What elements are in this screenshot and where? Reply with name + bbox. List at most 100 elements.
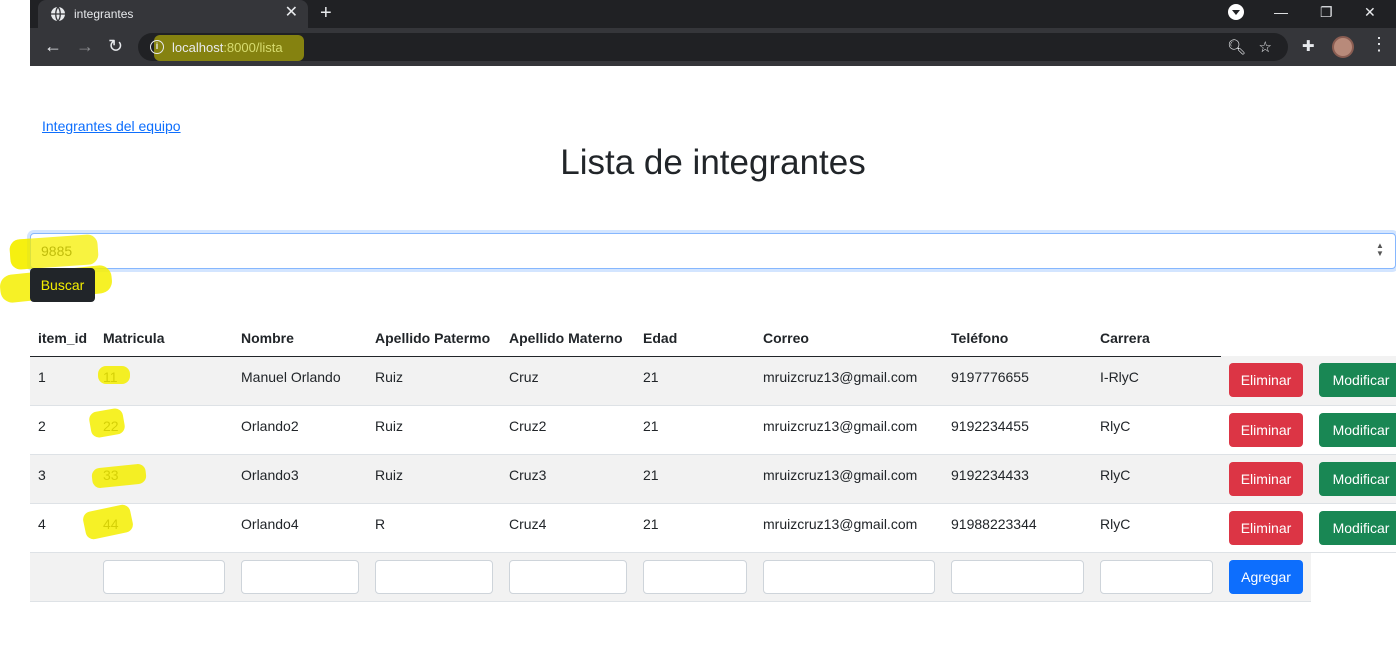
cell-delete: Eliminar (1221, 503, 1312, 553)
header-apellido-paterno: Apellido Patermo (367, 306, 502, 357)
cell-correo: mruizcruz13@gmail.com (755, 405, 944, 455)
header-nombre: Nombre (233, 306, 368, 357)
new-tab-icon[interactable]: + (320, 2, 332, 24)
telefono-input[interactable] (951, 559, 1085, 594)
back-icon[interactable]: ← (44, 36, 62, 56)
add-cell (755, 552, 944, 602)
header-telefono: Teléfono (943, 306, 1093, 357)
cell-carrera: RlyC (1092, 454, 1222, 504)
cell-correo: mruizcruz13@gmail.com (755, 356, 944, 406)
restore-icon[interactable]: ❐ (1320, 2, 1333, 22)
header-carrera: Carrera (1092, 306, 1222, 357)
add-cell (635, 552, 756, 602)
header-item-id: item_id (30, 306, 96, 357)
nombre-input[interactable] (241, 559, 360, 594)
add-cell (1092, 552, 1222, 602)
cell-nombre: Orlando3 (233, 454, 368, 504)
highlight-mark (9, 233, 99, 271)
cell-edad: 21 (635, 356, 756, 406)
url-path: :8000/lista (223, 40, 283, 55)
reload-icon[interactable]: ↻ (108, 36, 123, 56)
edit-button[interactable]: Modificar (1319, 510, 1396, 545)
table-header-row: item_id Matricula Nombre Apellido Paterm… (30, 306, 1396, 357)
cell-correo: mruizcruz13@gmail.com (755, 454, 944, 504)
members-table: item_id Matricula Nombre Apellido Paterm… (30, 306, 1396, 602)
cell-nombre: Manuel Orlando (233, 356, 368, 406)
page-title: Lista de integrantes (560, 143, 866, 182)
menu-kebab-icon[interactable]: ⋮ (1370, 34, 1388, 55)
add-cell-button: Agregar (1221, 552, 1312, 602)
tab-search-icon[interactable] (1228, 4, 1244, 20)
table-row: 2 22 Orlando2 Ruiz Cruz2 21 mruizcruz13@… (30, 405, 1396, 455)
cell-telefono: 9197776655 (943, 356, 1093, 406)
edit-button[interactable]: Modificar (1319, 363, 1396, 398)
add-cell (367, 552, 502, 602)
close-window-icon[interactable]: ✕ (1364, 2, 1376, 22)
url-host: localhost (172, 40, 224, 55)
globe-icon (51, 6, 65, 22)
add-button[interactable]: Agregar (1229, 559, 1304, 594)
bookmark-star-icon[interactable]: ☆ (1259, 39, 1272, 56)
team-link[interactable]: Integrantes del equipo (42, 118, 181, 134)
page-margin (0, 0, 30, 649)
add-cell (95, 552, 234, 602)
cell-carrera: RlyC (1092, 503, 1222, 553)
delete-button[interactable]: Eliminar (1229, 412, 1304, 447)
cell-apellido-paterno: Ruiz (367, 405, 502, 455)
cell-delete: Eliminar (1221, 454, 1312, 504)
cell-delete: Eliminar (1221, 356, 1312, 406)
delete-button[interactable]: Eliminar (1229, 461, 1304, 496)
tab-bar: integrantes ✕ + — ❐ ✕ (30, 0, 1396, 28)
spinner-arrows-icon[interactable]: ▲ ▼ (1376, 242, 1384, 260)
tab-close-icon[interactable]: ✕ (285, 4, 298, 22)
apellido-paterno-input[interactable] (375, 559, 494, 594)
delete-button[interactable]: Eliminar (1229, 510, 1304, 545)
browser-tab[interactable]: integrantes ✕ (38, 0, 308, 28)
cell-apellido-materno: Cruz2 (501, 405, 636, 455)
cell-item-id: 2 (30, 405, 96, 455)
highlight-mark (98, 366, 130, 384)
cell-telefono: 9192234433 (943, 454, 1093, 504)
edit-button[interactable]: Modificar (1319, 461, 1396, 496)
cell-edit: Modificar (1311, 454, 1396, 504)
carrera-input[interactable] (1100, 559, 1214, 594)
delete-button[interactable]: Eliminar (1229, 363, 1304, 398)
header-matricula: Matricula (95, 306, 234, 357)
url-text: localhost:8000/lista (172, 40, 283, 55)
search-button[interactable]: Buscar (30, 268, 95, 302)
search-field: ▲▼ (30, 233, 1396, 269)
edit-button[interactable]: Modificar (1319, 412, 1396, 447)
cell-apellido-paterno: Ruiz (367, 356, 502, 406)
forward-icon[interactable]: → (76, 36, 94, 56)
cell-edit: Modificar (1311, 356, 1396, 406)
browser-chrome: integrantes ✕ + — ❐ ✕ ← → ↻ i localhost:… (30, 0, 1396, 66)
edad-input[interactable] (643, 559, 748, 594)
cell-nombre: Orlando4 (233, 503, 368, 553)
header-correo: Correo (755, 306, 944, 357)
cell-apellido-paterno: R (367, 503, 502, 553)
add-cell-empty (30, 552, 96, 602)
matricula-input[interactable] (103, 559, 226, 594)
minimize-icon[interactable]: — (1274, 2, 1288, 22)
avatar[interactable] (1332, 36, 1354, 58)
address-bar[interactable]: i localhost:8000/lista 🔍︎ ☆ (138, 33, 1288, 61)
cell-telefono: 9192234455 (943, 405, 1093, 455)
correo-input[interactable] (763, 559, 936, 594)
cell-item-id: 1 (30, 356, 96, 406)
zoom-icon[interactable]: 🔍︎ (1227, 39, 1246, 56)
cell-apellido-paterno: Ruiz (367, 454, 502, 504)
zoom-star-icons: 🔍︎ ☆ (1227, 38, 1272, 56)
extensions-icon[interactable]: ✚ (1302, 37, 1315, 55)
apellido-materno-input[interactable] (509, 559, 628, 594)
tab-title: integrantes (74, 7, 134, 21)
header-apellido-materno: Apellido Materno (501, 306, 636, 357)
cell-edit: Modificar (1311, 405, 1396, 455)
cell-apellido-materno: Cruz4 (501, 503, 636, 553)
cell-correo: mruizcruz13@gmail.com (755, 503, 944, 553)
header-edad: Edad (635, 306, 756, 357)
info-icon[interactable]: i (150, 40, 164, 54)
cell-carrera: I-RlyC (1092, 356, 1222, 406)
search-input[interactable] (30, 233, 1396, 269)
cell-telefono: 91988223344 (943, 503, 1093, 553)
table-row: 3 33 Orlando3 Ruiz Cruz3 21 mruizcruz13@… (30, 454, 1396, 504)
